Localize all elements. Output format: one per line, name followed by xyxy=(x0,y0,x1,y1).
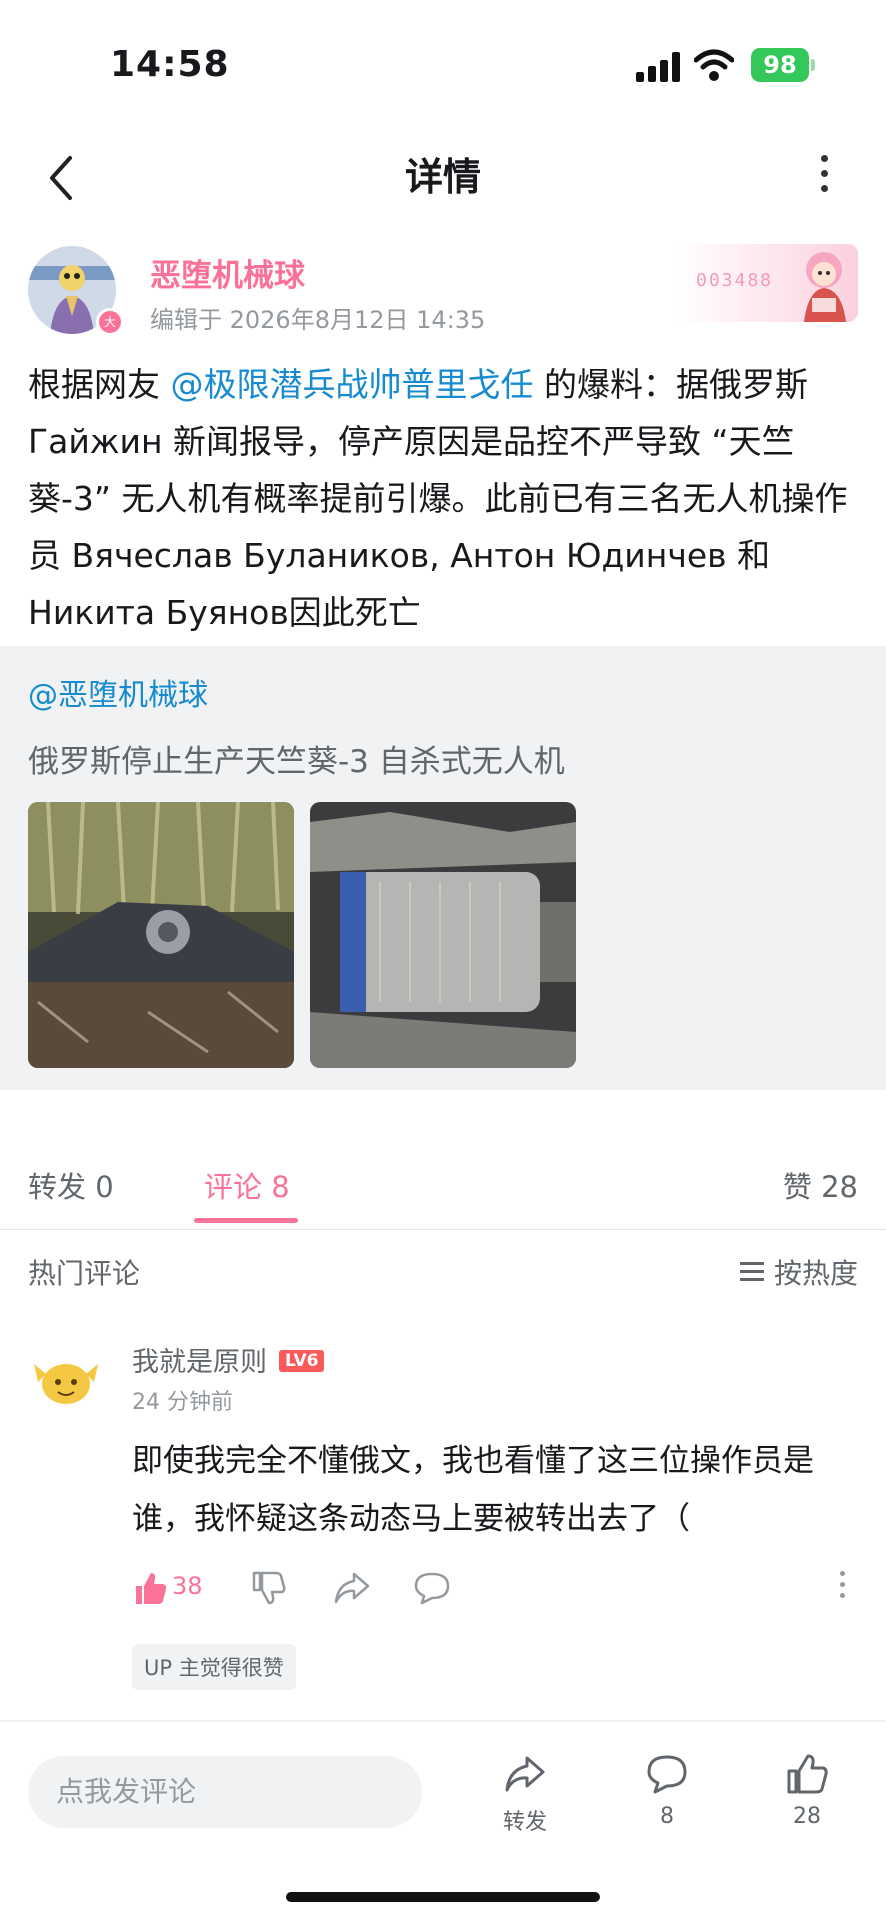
page-title: 详情 xyxy=(404,155,481,199)
reply-icon[interactable] xyxy=(412,1570,452,1606)
bottom-action-bar: 点我发评论 转发 8 28 xyxy=(0,1722,886,1920)
comment-time: 24 分钟前 xyxy=(132,1390,233,1415)
thumbs-up-icon[interactable] xyxy=(132,1570,168,1606)
forward-button[interactable]: 转发 xyxy=(475,1752,575,1836)
forwarded-post[interactable]: @恶堕机械球 俄罗斯停止生产天竺葵-3 自杀式无人机 xyxy=(0,646,886,1090)
nav-bar: 详情 xyxy=(0,130,886,230)
forward-label: 转发 xyxy=(502,1810,547,1835)
post-body: 的爆料：据俄罗斯 Гайжин 新闻报导，停产原因是品控不严导致 “天竺葵-3”… xyxy=(28,365,848,632)
status-time: 14:58 xyxy=(110,44,230,85)
thumbs-up-outline-icon xyxy=(787,1754,828,1794)
interaction-tabs: 转发 0 评论 8 赞 28 xyxy=(0,1126,886,1230)
fan-badge-card[interactable]: 003488 xyxy=(674,244,858,322)
hot-comments-title: 热门评论 xyxy=(28,1257,141,1290)
forward-icon xyxy=(505,1756,545,1792)
like-count: 28 xyxy=(793,1804,821,1829)
user-mention-link[interactable]: @极限潜兵战帅普里戈任 xyxy=(171,365,534,404)
anime-character-icon xyxy=(804,252,846,322)
post-timestamp: 编辑于 2026年8月12日 14:35 xyxy=(150,306,486,334)
forwarded-title: 俄罗斯停止生产天竺葵-3 自杀式无人机 xyxy=(28,744,565,780)
post-content: 根据网友 @极限潜兵战帅普里戈任 的爆料：据俄罗斯 Гайжин 新闻报导，停产… xyxy=(28,356,858,641)
comment-like-count: 38 xyxy=(172,1572,203,1600)
comment-input[interactable]: 点我发评论 xyxy=(28,1756,422,1828)
post-prefix: 根据网友 xyxy=(28,365,171,404)
comment-text: 即使我完全不懂俄文，我也看懂了这三位操作员是谁，我怀疑这条动态马上要被转出去了（ xyxy=(132,1443,814,1537)
forwarded-author-link[interactable]: @恶堕机械球 xyxy=(28,670,208,714)
comment-count: 8 xyxy=(660,1804,674,1829)
active-tab-indicator xyxy=(194,1218,298,1223)
thumbs-down-icon[interactable] xyxy=(250,1570,286,1606)
up-liked-tag: UP 主觉得很赞 xyxy=(132,1644,296,1690)
drone-wreck-photo[interactable] xyxy=(28,802,294,1068)
fan-number: 003488 xyxy=(696,270,774,291)
commenter-name[interactable]: 我就是原则 LV6 xyxy=(132,1340,325,1379)
cellular-signal-icon xyxy=(636,52,682,82)
comment-icon xyxy=(647,1755,687,1794)
commenter-avatar[interactable] xyxy=(28,1344,104,1420)
wifi-icon xyxy=(694,49,734,81)
more-options-button[interactable] xyxy=(806,148,842,208)
comment-actions: 38 xyxy=(132,1566,862,1616)
comment-button[interactable]: 8 xyxy=(617,1752,717,1829)
like-button[interactable]: 28 xyxy=(757,1752,857,1829)
comment-item: 我就是原则 LV6 24 分钟前 即使我完全不懂俄文，我也看懂了这三位操作员是谁，… xyxy=(0,1330,886,1700)
tab-forwards[interactable]: 转发 0 xyxy=(28,1164,114,1206)
home-indicator[interactable] xyxy=(286,1892,600,1902)
sort-by-heat-button[interactable]: 按热度 xyxy=(739,1252,858,1292)
tab-comments[interactable]: 评论 8 xyxy=(204,1164,290,1206)
tab-likes[interactable]: 赞 28 xyxy=(783,1164,858,1206)
comment-more-button[interactable] xyxy=(832,1566,852,1610)
commenter-username: 我就是原则 xyxy=(132,1347,267,1378)
post-author: 大 恶堕机械球 编辑于 2026年8月12日 14:35 003488 xyxy=(28,244,858,346)
battery-indicator: 98 xyxy=(751,48,809,82)
engine-component-photo[interactable] xyxy=(310,802,576,1068)
author-badge: 大 xyxy=(96,308,124,336)
sort-icon xyxy=(739,1262,764,1282)
status-bar: 14:58 98 xyxy=(0,0,886,130)
author-name[interactable]: 恶堕机械球 xyxy=(150,250,305,295)
share-icon[interactable] xyxy=(332,1570,372,1606)
sort-label: 按热度 xyxy=(773,1257,858,1290)
battery-tip xyxy=(811,59,815,71)
level-badge: LV6 xyxy=(279,1349,325,1372)
